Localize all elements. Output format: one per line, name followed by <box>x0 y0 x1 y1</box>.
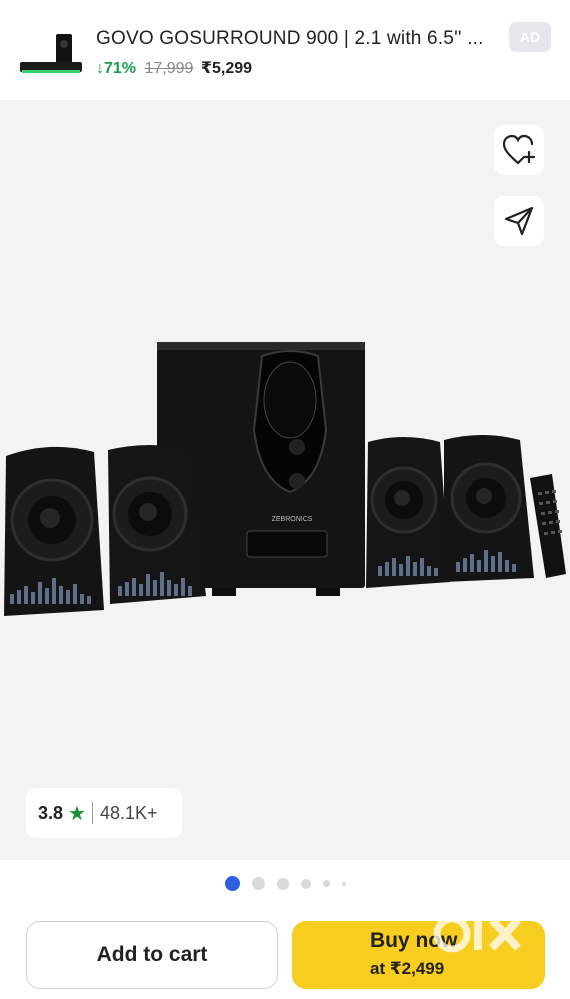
star-icon: ★ <box>68 802 86 825</box>
olx-watermark-logo <box>433 914 521 953</box>
carousel-dot-active[interactable] <box>224 876 240 891</box>
ad-badge: AD <box>509 22 551 52</box>
buy-now-price: at ₹2,499 <box>370 959 445 978</box>
heart-plus-icon <box>502 134 536 165</box>
carousel-dot[interactable] <box>322 880 330 887</box>
sale-price: ₹5,299 <box>200 60 253 77</box>
rating-value: 3.8 <box>38 802 64 823</box>
carousel-dot[interactable] <box>276 877 289 890</box>
share-button[interactable] <box>494 196 544 246</box>
rating-count: 48.1K+ <box>99 802 158 823</box>
carousel-dot[interactable] <box>251 877 265 890</box>
speaker-system-image: ZEBRONICS <box>4 342 566 616</box>
brand-mark: ZEBRONICS <box>272 516 313 523</box>
add-to-cart-button[interactable]: Add to cart <box>26 921 278 989</box>
sponsored-ad-banner[interactable]: GOVO GOSURROUND 900 | 2.1 with 6.5'' ...… <box>0 0 570 100</box>
carousel-pagination <box>0 876 570 891</box>
original-price: 17,999 <box>144 60 194 77</box>
rating-chip[interactable]: 3.8 ★ 48.1K+ <box>26 788 182 838</box>
ad-title: GOVO GOSURROUND 900 | 2.1 with 6.5'' ... <box>96 28 484 49</box>
carousel-dot[interactable] <box>341 881 346 886</box>
ad-price-line: ↓71% 17,999 ₹5,299 <box>96 58 252 78</box>
wishlist-button[interactable] <box>494 125 544 175</box>
send-icon <box>504 206 534 236</box>
soundbar-thumbnail <box>20 34 82 73</box>
rating-divider <box>91 802 93 824</box>
carousel-dot[interactable] <box>300 878 311 889</box>
product-image-gallery[interactable]: ZEBRONICS <box>0 100 570 860</box>
discount-percent: ↓71% <box>96 60 137 77</box>
